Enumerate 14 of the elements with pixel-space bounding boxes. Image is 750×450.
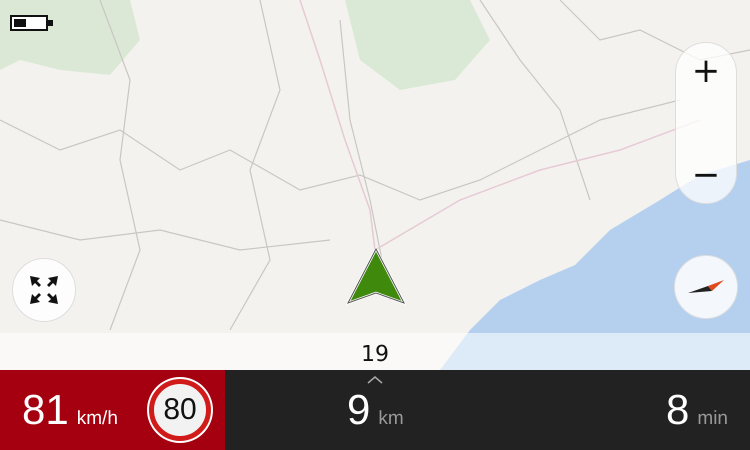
zoom-out-button[interactable]: − (684, 155, 728, 195)
distance-unit: km (378, 408, 404, 430)
battery-icon (10, 14, 54, 32)
speed-unit: km/h (76, 408, 118, 430)
expand-arrows-icon (29, 275, 59, 305)
speed-value: 81 (22, 386, 69, 434)
road-number: 19 (361, 341, 389, 369)
caret-up-icon[interactable] (367, 376, 383, 384)
time-unit: min (697, 408, 728, 430)
speed-limit-sign: 80 (149, 379, 211, 441)
zoom-in-button[interactable]: + (684, 51, 728, 91)
distance-value: 9 (347, 386, 370, 434)
position-arrow-icon (346, 247, 406, 305)
time-value: 8 (666, 386, 690, 434)
